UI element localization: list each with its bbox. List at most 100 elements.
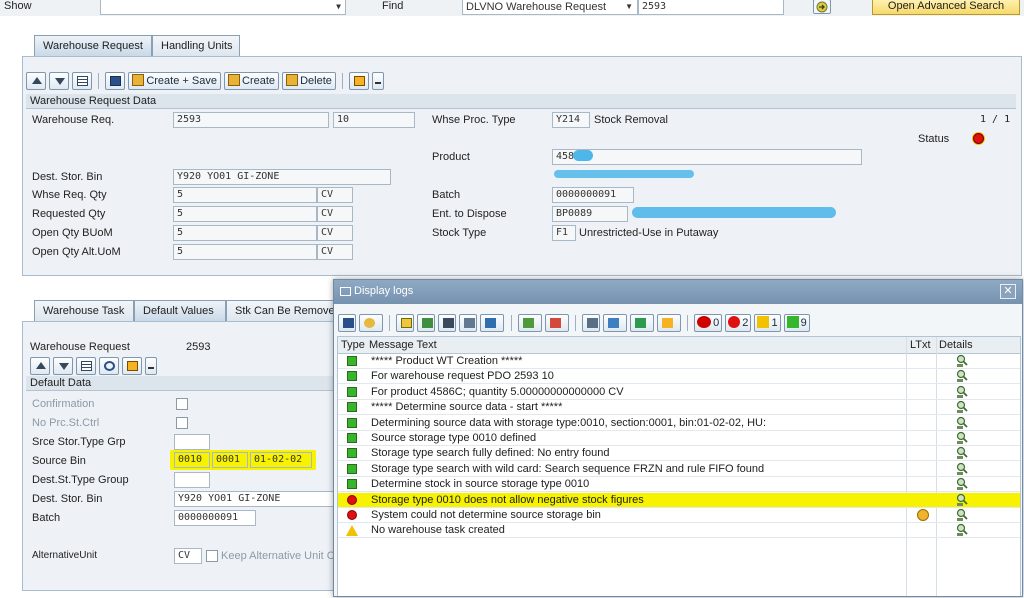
stock-type-code[interactable]: F1 (552, 225, 576, 241)
log-row[interactable]: Source storage type 0010 defined (338, 431, 1020, 446)
keep-alt-unit-checkbox[interactable] (206, 550, 218, 562)
tab-handling-units[interactable]: Handling Units (152, 35, 240, 56)
sort-asc-button[interactable] (396, 314, 415, 332)
req-qty-uom[interactable]: CV (317, 206, 353, 222)
refresh-button[interactable] (99, 357, 120, 375)
show-dropdown[interactable]: ▼ (100, 0, 346, 15)
details-magnifier-icon[interactable] (956, 523, 969, 537)
default-batch-field[interactable]: 0000000091 (174, 510, 256, 526)
create-button[interactable]: Create (224, 72, 280, 90)
views-button[interactable] (602, 314, 627, 332)
close-icon[interactable]: ✕ (1000, 284, 1016, 299)
subtotal-button[interactable] (544, 314, 569, 332)
log-row[interactable]: For product 4586C; quantity 5.0000000000… (338, 385, 1020, 400)
col-ltxt[interactable]: LTxt (910, 337, 931, 353)
filter-error-button[interactable]: 2 (725, 314, 752, 332)
move-up-button[interactable] (26, 72, 46, 90)
print-button[interactable] (581, 314, 600, 332)
details-magnifier-icon[interactable] (956, 493, 969, 507)
tab-default-values[interactable]: Default Values (134, 300, 226, 321)
confirmation-checkbox[interactable] (176, 398, 188, 410)
open-alt-uom[interactable]: CV (317, 244, 353, 260)
ent-dispose-field[interactable]: BP0089 (552, 206, 628, 222)
details-magnifier-icon[interactable] (956, 416, 969, 430)
alt-unit-field[interactable]: CV (174, 548, 202, 564)
filter-stop-button[interactable]: 0 (694, 314, 723, 332)
long-text-icon[interactable] (917, 509, 929, 521)
filter-button[interactable] (480, 314, 505, 332)
col-type[interactable]: Type (341, 337, 365, 353)
log-row[interactable]: No warehouse task created (338, 523, 1020, 539)
delete-button[interactable]: Delete (282, 72, 336, 90)
filter-warning-button[interactable]: 1 (754, 314, 781, 332)
details-magnifier-icon[interactable] (956, 477, 969, 491)
tab-warehouse-request[interactable]: Warehouse Request (34, 35, 152, 56)
layout-dropdown-button[interactable] (145, 357, 158, 375)
col-details[interactable]: Details (939, 337, 973, 353)
layout-button[interactable] (349, 72, 370, 90)
sum-button[interactable] (517, 314, 542, 332)
req-qty-field[interactable]: 5 (173, 206, 317, 222)
open-alt-field[interactable]: 5 (173, 244, 317, 260)
create-save-button[interactable]: Create + Save (128, 72, 221, 90)
details-magnifier-icon[interactable] (956, 508, 969, 522)
product-field[interactable]: 458 (552, 149, 862, 165)
export-icon (634, 318, 646, 328)
open-advanced-search-button[interactable]: Open Advanced Search (872, 0, 1020, 15)
batch-field[interactable]: 0000000091 (552, 187, 634, 203)
move-down-button[interactable] (49, 72, 70, 90)
dest-grp-field[interactable] (174, 472, 210, 488)
save-button[interactable] (105, 72, 126, 90)
default-dest-bin-field[interactable]: Y920 YO01 GI-ZONE (174, 491, 338, 507)
layout-button[interactable] (656, 314, 681, 332)
export-button[interactable] (629, 314, 654, 332)
log-row[interactable]: Storage type 0010 does not allow negativ… (338, 492, 1020, 508)
details-magnifier-icon[interactable] (956, 354, 969, 368)
filter-success-button[interactable]: 9 (783, 314, 810, 332)
find-type-select[interactable]: DLVNO Warehouse Request ▼ (462, 0, 638, 15)
log-row[interactable]: ***** Determine source data - start ****… (338, 400, 1020, 416)
save-list-button[interactable] (338, 314, 356, 332)
open-qty-field[interactable]: 5 (173, 225, 317, 241)
execute-search-icon[interactable] (813, 0, 831, 14)
move-down-button[interactable] (53, 357, 74, 375)
col-message-text[interactable]: Message Text (369, 337, 437, 353)
details-magnifier-icon[interactable] (956, 431, 969, 445)
details-magnifier-icon[interactable] (956, 446, 969, 460)
source-bin-section-field[interactable]: 0001 (212, 452, 248, 468)
details-magnifier-icon[interactable] (956, 462, 969, 476)
log-row[interactable]: Determine stock in source storage type 0… (338, 477, 1020, 493)
log-row[interactable]: System could not determine source storag… (338, 508, 1020, 523)
layout-dropdown-button[interactable] (372, 72, 385, 90)
details-button[interactable] (72, 72, 93, 90)
sort-desc-button[interactable] (417, 314, 436, 332)
find-next-button[interactable] (459, 314, 478, 332)
whse-qty-uom[interactable]: CV (317, 187, 353, 203)
log-row[interactable]: Determining source data with storage typ… (338, 416, 1020, 431)
log-row[interactable]: ***** Product WT Creation ***** (338, 354, 1020, 369)
proc-type-code-field[interactable]: Y214 (552, 112, 590, 128)
find-button[interactable] (438, 314, 457, 332)
details-magnifier-icon[interactable] (956, 369, 969, 383)
dest-bin-field[interactable]: Y920 YO01 GI-ZONE (173, 169, 391, 185)
details-magnifier-icon[interactable] (956, 385, 969, 399)
whse-req-field[interactable]: 2593 (173, 112, 329, 128)
open-qty-uom[interactable]: CV (317, 225, 353, 241)
srce-grp-field[interactable] (174, 434, 210, 450)
tab-warehouse-task[interactable]: Warehouse Task (34, 300, 134, 321)
technical-info-button[interactable] (359, 314, 384, 332)
log-row[interactable]: Storage type search fully defined: No en… (338, 446, 1020, 462)
log-row[interactable]: For warehouse request PDO 2593 10 (338, 369, 1020, 385)
find-value-input[interactable]: 2593 (638, 0, 784, 15)
details-button[interactable] (76, 357, 97, 375)
details-magnifier-icon[interactable] (956, 400, 969, 414)
no-prc-checkbox[interactable] (176, 417, 188, 429)
tab-stock-can-be-removed[interactable]: Stk Can Be Remove (226, 300, 334, 321)
log-row[interactable]: Storage type search with wild card: Sear… (338, 462, 1020, 477)
whse-req-item-field[interactable]: 10 (333, 112, 415, 128)
layout-button[interactable] (122, 357, 143, 375)
source-bin-field[interactable]: 01-02-02 (250, 452, 312, 468)
source-bin-type-field[interactable]: 0010 (174, 452, 210, 468)
whse-qty-field[interactable]: 5 (173, 187, 317, 203)
move-up-button[interactable] (30, 357, 50, 375)
